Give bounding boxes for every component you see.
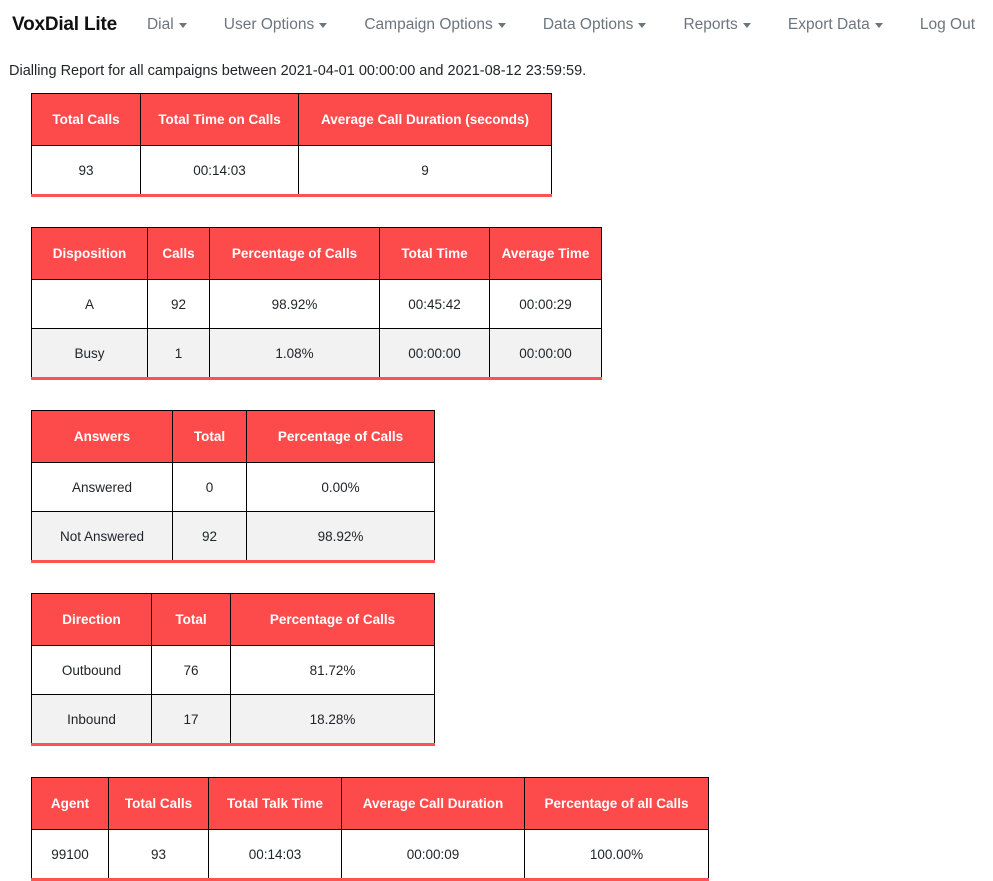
table-direction: Direction Total Percentage of Calls Outboun… <box>31 593 435 746</box>
column-header: Direction <box>31 593 152 646</box>
table-row: A 92 98.92% 00:45:42 00:00:29 <box>31 279 602 329</box>
table-cell: 00:14:03 <box>140 145 299 196</box>
table-header-row: Total Calls Total Time on Calls Average Ca… <box>31 93 552 146</box>
table-cell: 98.92% <box>246 511 435 562</box>
column-header: Percentage of Calls <box>230 593 435 646</box>
nav-item-export-data[interactable]: Export Data <box>786 16 885 34</box>
nav-item-label: User Options <box>223 16 315 33</box>
table-row: Outbound 76 81.72% <box>31 645 435 695</box>
chevron-down-icon <box>497 22 506 28</box>
table-cell: 18.28% <box>230 694 435 745</box>
report-description: Dialling Report for all campaigns betwee… <box>9 63 587 79</box>
table-cell: 93 <box>31 145 141 196</box>
table-cell: 81.72% <box>230 645 435 695</box>
table-cell: Answered <box>31 462 173 512</box>
nav-item-label: Dial <box>146 16 174 33</box>
column-header: Total Calls <box>108 777 209 830</box>
column-header: Total <box>172 410 247 463</box>
nav-item-log-out[interactable]: Log Out <box>918 16 977 34</box>
table-cell: A <box>31 279 148 329</box>
table-cell: Busy <box>31 328 148 379</box>
column-header: Agent <box>31 777 109 830</box>
table-cell: 1 <box>147 328 210 379</box>
table-summary: Total Calls Total Time on Calls Average Ca… <box>31 93 552 197</box>
nav-item-dial[interactable]: Dial <box>145 16 189 34</box>
table-cell: 98.92% <box>209 279 380 329</box>
chevron-down-icon <box>742 22 751 28</box>
column-header: Percentage of Calls <box>209 227 380 280</box>
table-cell: 9 <box>298 145 552 196</box>
column-header: Average Time <box>489 227 602 280</box>
chevron-down-icon <box>638 22 647 28</box>
report-tables: Total Calls Total Time on Calls Average Ca… <box>0 79 993 881</box>
table-cell: Outbound <box>31 645 152 695</box>
nav-item-label: Data Options <box>542 16 634 33</box>
table-row: Answered 0 0.00% <box>31 462 435 512</box>
table-header-row: Agent Total Calls Total Talk Time Average C… <box>31 777 709 830</box>
nav-item-campaign-options[interactable]: Campaign Options <box>362 16 507 34</box>
table-row: 93 00:14:03 9 <box>31 145 552 196</box>
nav-item-data-options[interactable]: Data Options <box>541 16 648 34</box>
table-cell: 76 <box>151 645 231 695</box>
nav-item-label: Reports <box>683 16 738 33</box>
table-cell: 00:00:09 <box>341 829 525 880</box>
column-header: Total Time <box>379 227 490 280</box>
chevron-down-icon <box>178 22 187 28</box>
table-cell: 00:00:00 <box>489 328 602 379</box>
table-answers: Answers Total Percentage of Calls Answered 0… <box>31 410 435 563</box>
table-cell: 92 <box>147 279 210 329</box>
navbar: VoxDial Lite Dial User Options Campaign Op… <box>0 0 993 50</box>
nav-item-user-options[interactable]: User Options <box>222 16 329 34</box>
column-header: Total Calls <box>31 93 141 146</box>
nav-item-label: Export Data <box>787 16 870 33</box>
table-cell: 93 <box>108 829 209 880</box>
table-row: 99100 93 00:14:03 00:00:09 100.00% <box>31 829 709 880</box>
table-row: Inbound 17 18.28% <box>31 694 435 745</box>
column-header: Average Call Duration <box>341 777 525 830</box>
nav-item-label: Campaign Options <box>364 16 493 33</box>
column-header: Answers <box>31 410 173 463</box>
table-cell: 0.00% <box>246 462 435 512</box>
column-header: Total <box>151 593 231 646</box>
table-cell: 92 <box>172 511 247 562</box>
column-header: Percentage of all Calls <box>524 777 709 830</box>
chevron-down-icon <box>874 22 883 28</box>
table-row: Not Answered 92 98.92% <box>31 511 435 562</box>
table-agent: Agent Total Calls Total Talk Time Average C… <box>31 777 709 881</box>
table-disposition: Disposition Calls Percentage of Calls Total… <box>31 227 602 380</box>
table-cell: 00:00:00 <box>379 328 490 379</box>
chevron-down-icon <box>319 22 328 28</box>
table-row: Busy 1 1.08% 00:00:00 00:00:00 <box>31 328 602 379</box>
table-header-row: Answers Total Percentage of Calls <box>31 410 435 463</box>
nav-items: Dial User Options Campaign Options Data Opt… <box>145 16 983 34</box>
column-header: Disposition <box>31 227 148 280</box>
column-header: Total Talk Time <box>208 777 342 830</box>
column-header: Average Call Duration (seconds) <box>298 93 552 146</box>
table-cell: 0 <box>172 462 247 512</box>
table-cell: Not Answered <box>31 511 173 562</box>
table-cell: Inbound <box>31 694 152 745</box>
table-cell: 00:00:29 <box>489 279 602 329</box>
table-header-row: Direction Total Percentage of Calls <box>31 593 435 646</box>
column-header: Percentage of Calls <box>246 410 435 463</box>
nav-item-label: Log Out <box>919 16 975 33</box>
table-cell: 100.00% <box>524 829 709 880</box>
table-cell: 99100 <box>31 829 109 880</box>
table-cell: 00:45:42 <box>379 279 490 329</box>
column-header: Calls <box>147 227 210 280</box>
table-cell: 17 <box>151 694 231 745</box>
table-cell: 00:14:03 <box>208 829 342 880</box>
table-cell: 1.08% <box>209 328 380 379</box>
table-header-row: Disposition Calls Percentage of Calls Total… <box>31 227 602 280</box>
column-header: Total Time on Calls <box>140 93 299 146</box>
nav-item-reports[interactable]: Reports <box>681 16 752 34</box>
brand-logo[interactable]: VoxDial Lite <box>12 14 117 36</box>
